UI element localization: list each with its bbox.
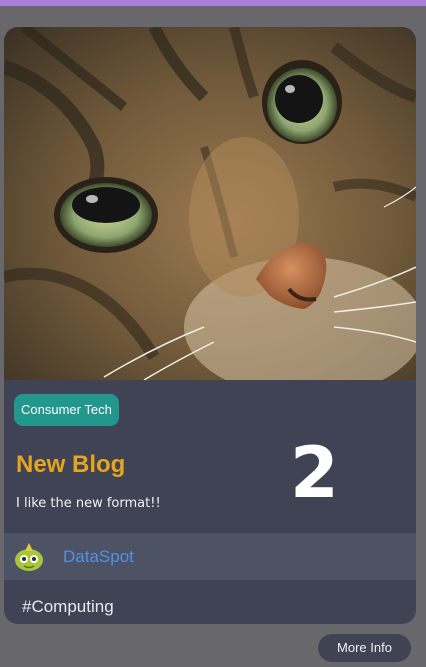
top-accent-bar (0, 0, 426, 6)
robot-avatar-icon (15, 543, 43, 571)
hashtag[interactable]: #Computing (22, 596, 114, 618)
more-info-button[interactable]: More Info (318, 634, 411, 662)
category-tag[interactable]: Consumer Tech (14, 394, 119, 426)
blog-card[interactable]: Consumer Tech 2 New Blog I like the new … (4, 27, 416, 624)
card-number: 2 (290, 432, 339, 514)
post-body: I like the new format!! (16, 496, 161, 511)
author-name[interactable]: DataSpot (63, 546, 134, 568)
post-title: New Blog (16, 451, 126, 478)
author-row[interactable]: DataSpot (4, 533, 416, 580)
cat-photo (4, 27, 416, 380)
